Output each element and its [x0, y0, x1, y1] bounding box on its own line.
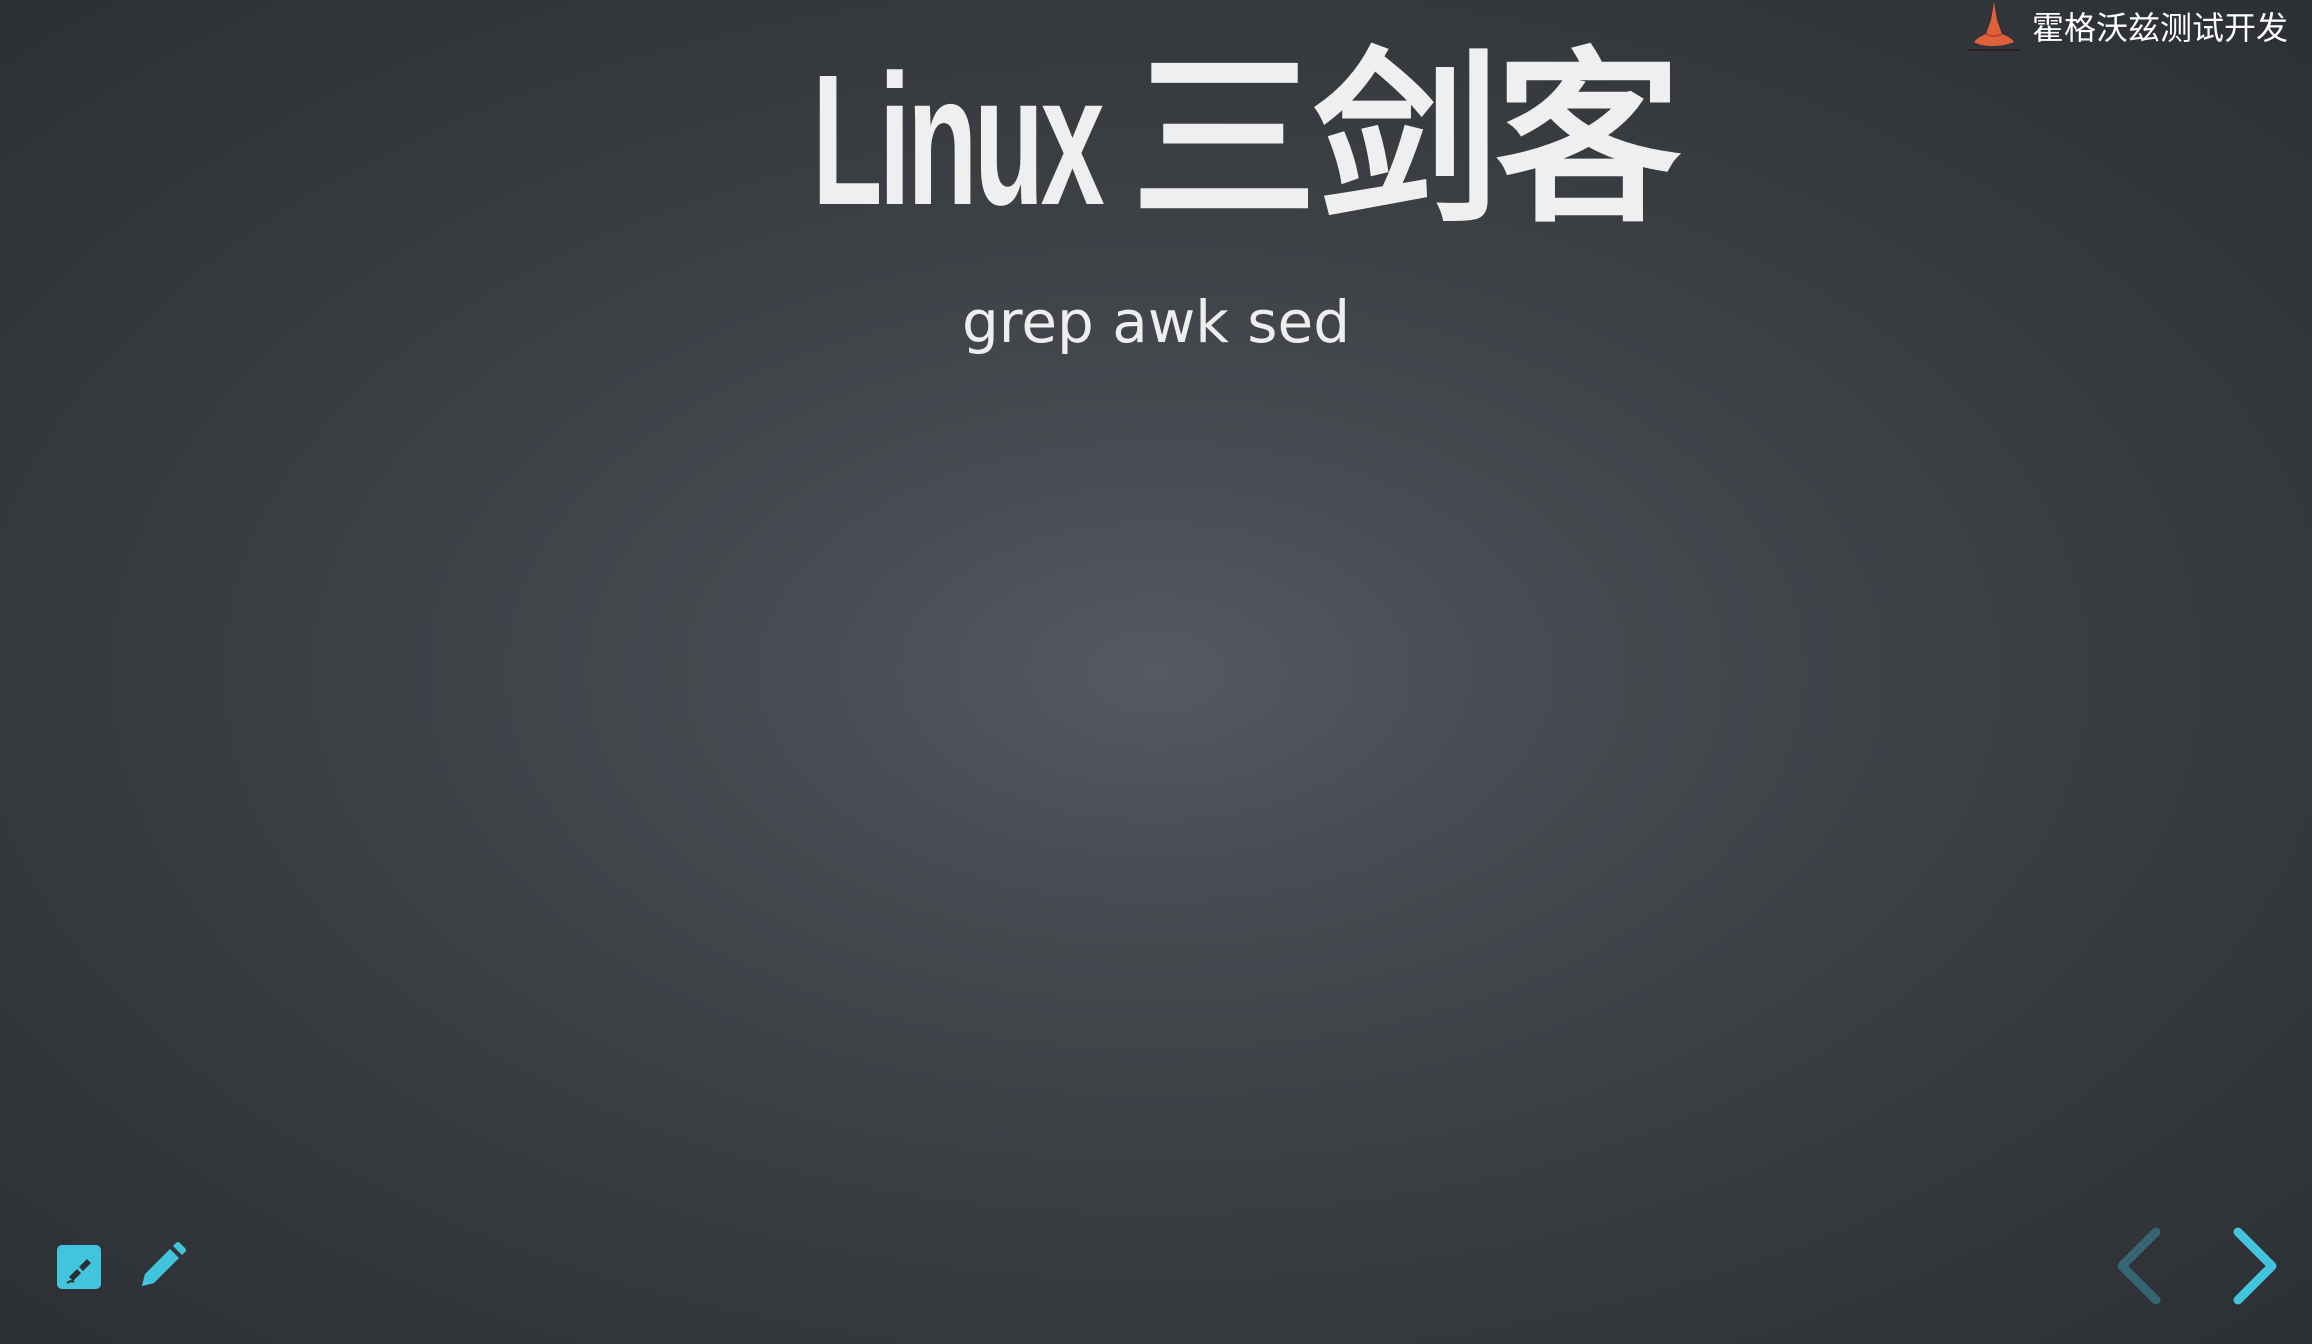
slide-subtitle: grep awk sed: [961, 288, 1351, 356]
chalkboard-icon: [56, 1244, 102, 1294]
prev-slide-button[interactable]: [2112, 1226, 2168, 1306]
chevron-right-icon: [2226, 1227, 2282, 1310]
wizard-hat-icon: [1964, 0, 2024, 56]
pen-button[interactable]: [134, 1242, 188, 1296]
next-slide-button[interactable]: [2226, 1226, 2282, 1306]
chalkboard-button[interactable]: [56, 1244, 102, 1294]
slide-title: Linux 三剑客: [0, 40, 2312, 241]
brand-logo: 霍格沃兹测试开发: [1964, 0, 2288, 56]
slide-title-cjk: 三剑客: [1131, 31, 1681, 248]
pen-icon: [134, 1240, 188, 1298]
slide-title-latin: Linux: [811, 37, 1105, 244]
chevron-left-icon: [2112, 1227, 2168, 1310]
slide: Linux 三剑客 grep awk sed 霍格沃兹测试开发: [0, 0, 2312, 1344]
brand-name: 霍格沃兹测试开发: [2031, 9, 2288, 47]
